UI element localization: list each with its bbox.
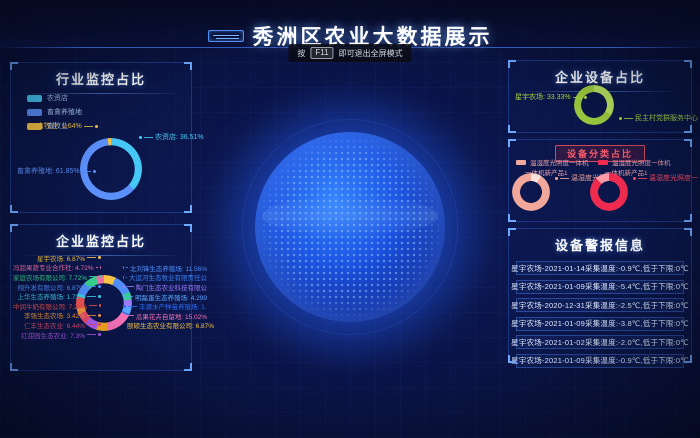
chart-callout: 瓜果花卉自留地: 15.02% — [123, 311, 207, 321]
device-left-donut-chart[interactable] — [512, 173, 550, 211]
header-logo — [208, 30, 244, 42]
equipment-donut-chart[interactable] — [574, 85, 614, 125]
enterprise-left-labels: 星宇农场: 6.87% 冯超果蔬专业合作社: 4.72% 家庭农场有限公司: 7… — [13, 253, 101, 339]
panel-device-category: 设备分类占比 温湿度光照度一体机 一体机新产品1 温湿度光照度一 温湿度光照度一… — [508, 139, 692, 222]
chart-callout: 李强生态农场: 3.42% — [13, 311, 101, 321]
legend-swatch — [27, 95, 42, 102]
globe-highlight-band — [262, 196, 438, 236]
alarm-list-item: 星宇农场-2021-01-09采集温度:-5.4℃,低于下限:0℃ — [516, 280, 684, 294]
chart-callout: 陶门生态农业科技有限公 — [123, 282, 207, 292]
chart-callout: 颐硕生态农业有限公司: 6.87% — [123, 321, 207, 331]
chart-callout: 仁丰生态农业: 6.44% — [13, 320, 101, 330]
chart-callout: 家庭农场有限公司: 7.72% — [13, 272, 101, 282]
legend-item[interactable]: 温湿度光照度一体机 — [598, 157, 671, 167]
legend-swatch — [27, 109, 42, 116]
device-right-donut-chart[interactable] — [590, 173, 628, 211]
chart-callout: 中润牛奶有限公司: 7.29% — [13, 301, 101, 311]
legend-item[interactable]: 畜禽养殖地 — [27, 107, 82, 117]
hint-prefix: 按 — [297, 48, 305, 59]
panel-industry-ratio: 行业监控占比 农资店 畜禽养殖地 畜牧业 畜牧业: 1.64% 农资店: 36.… — [10, 62, 192, 213]
chart-callout: 星宇农场: 33.33% — [515, 92, 587, 102]
chart-callout: 上华生态养殖场: 1.72% — [13, 291, 101, 301]
chart-callout: 北刘锋生态养殖场: 11.56% — [123, 263, 207, 273]
legend-item[interactable]: 温湿度光照度一体机 — [516, 157, 589, 167]
chart-callout: 翔升发有限公司: 6.87% — [13, 282, 101, 292]
f11-key-badge: F11 — [310, 47, 333, 59]
alarm-list: 星宇农场-2021-01-14采集温度:-0.9℃,低于下限:0℃ 星宇农场-2… — [516, 261, 684, 368]
panel-equipment-ratio: 企业设备占比 星宇农场: 33.33% 民主村党群服务中心 — [508, 60, 692, 133]
panel-title: 企业设备占比 — [509, 61, 691, 86]
alarm-list-item: 星宇农场-2021-01-09采集温度:-3.8℃,低于下限:0℃ — [516, 317, 684, 331]
chart-callout: 畜禽养殖地: 61.85% — [17, 166, 96, 176]
hint-suffix: 即可退出全屏模式 — [339, 48, 403, 59]
chart-callout: 星宇农场: 6.87% — [13, 253, 101, 263]
chart-callout: 民主村党群服务中心 — [619, 113, 698, 123]
legend-swatch — [598, 160, 608, 165]
alarm-list-item: 星宇农场-2021-01-14采集温度:-0.9℃,低于下限:0℃ — [516, 261, 684, 275]
legend-swatch — [516, 160, 526, 165]
panel-title: 企业监控占比 — [11, 225, 191, 250]
chart-callout: 红甜园生态农业: 7.3% — [13, 330, 101, 340]
panel-title: 设备警报信息 — [509, 229, 691, 254]
chart-callout: 明磊蛋生态养殖场: 4.299 — [123, 292, 207, 302]
enterprise-right-labels: 北刘锋生态养殖场: 11.56% 大运河生态牧业有限责任公 陶门生态农业科技有限… — [123, 263, 207, 330]
dashboard-stage: 秀洲区农业大数据展示 按 F11 即可退出全屏模式 行业监控占比 农资店 畜禽养… — [0, 0, 700, 438]
legend-item[interactable]: 农资店 — [27, 93, 82, 103]
chart-callout: 冯超果蔬专业合作社: 4.72% — [13, 263, 101, 273]
fullscreen-hint: 按 F11 即可退出全屏模式 — [288, 44, 411, 62]
chart-callout: 大运河生态牧业有限责任公 — [123, 273, 207, 283]
alarm-list-item: 星宇农场-2020-12-31采集温度:-2.5℃,低于下限:0℃ — [516, 298, 684, 312]
alarm-list-item: 星宇农场-2021-01-09采集温度:-0.9℃,低于下限:0℃ — [516, 354, 684, 368]
panel-device-alarms: 设备警报信息 星宇农场-2021-01-14采集温度:-0.9℃,低于下限:0℃… — [508, 228, 692, 363]
chart-callout: 畜牧业: 1.64% — [37, 121, 98, 131]
chart-callout: 农资店: 36.51% — [139, 132, 204, 142]
chart-callout: 温湿度光照度一 — [633, 173, 698, 183]
alarm-list-item: 星宇农场-2021-01-02采集温度:-2.0℃,低于下限:0℃ — [516, 335, 684, 349]
panel-title: 行业监控占比 — [11, 63, 191, 88]
panel-enterprise-ratio: 企业监控占比 星宇农场: 6.87% 冯超果蔬专业合作社: 4.72% 家庭农场… — [10, 224, 192, 371]
chart-callout: 丰源水产种苗养殖场: 1. — [123, 301, 207, 311]
